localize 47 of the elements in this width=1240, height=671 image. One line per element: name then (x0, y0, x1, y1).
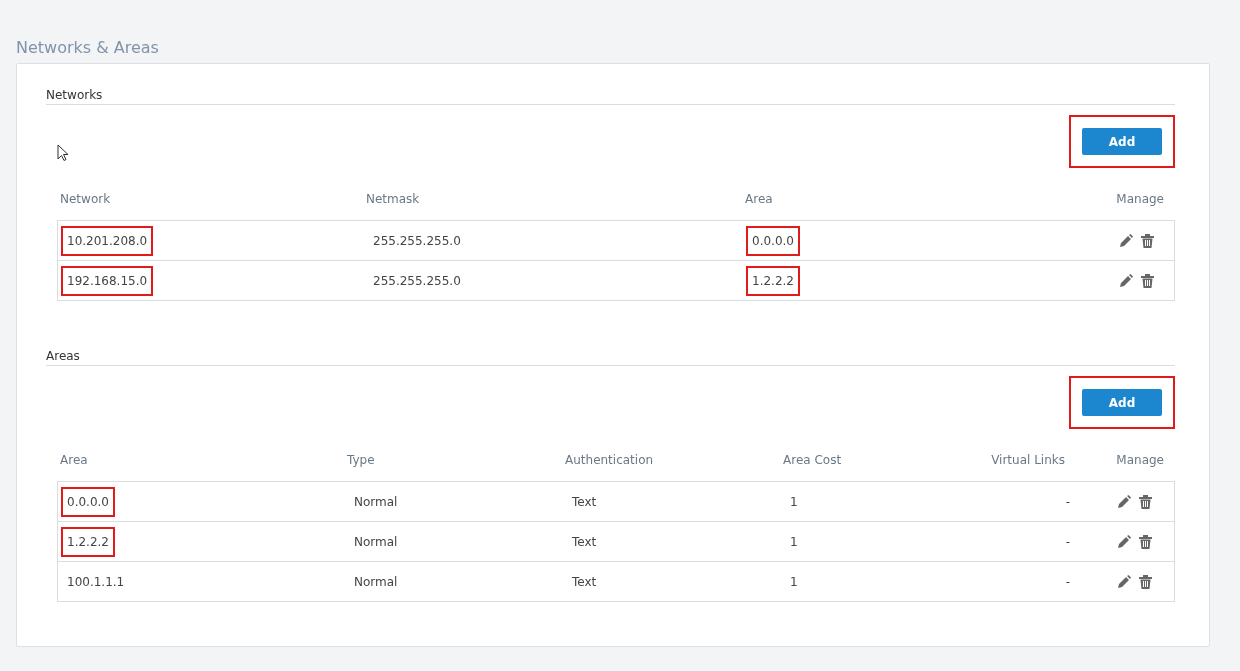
table-cell-text: - (1064, 493, 1071, 511)
table-cell-text: Normal (353, 573, 399, 591)
column-header: Area Cost (783, 453, 843, 467)
column-header: Area (745, 192, 774, 206)
column-header: Type (347, 453, 376, 467)
column-header: Network (60, 192, 112, 206)
edit-icon[interactable] (1118, 273, 1133, 288)
table-cell: 0.0.0.0 (61, 486, 115, 517)
column-header: Manage (1115, 192, 1164, 206)
delete-icon[interactable] (1138, 574, 1152, 589)
table-cell-text: 255.255.255.0 (372, 232, 462, 250)
delete-icon[interactable] (1140, 273, 1154, 288)
table-cell: 0.0.0.0 (746, 225, 800, 256)
delete-icon[interactable] (1140, 233, 1154, 248)
table-cell: 1.2.2.2 (61, 526, 115, 557)
column-header: Area (60, 453, 89, 467)
table-cell-text: Normal (353, 533, 399, 551)
table-cell-text: 1 (789, 533, 799, 551)
table-cell-text: 1 (789, 573, 799, 591)
delete-icon[interactable] (1138, 534, 1152, 549)
edit-icon[interactable] (1116, 494, 1131, 509)
column-header: Authentication (565, 453, 655, 467)
section-title: Networks (46, 88, 1175, 105)
table-cell-text: Text (571, 533, 598, 551)
delete-icon[interactable] (1138, 494, 1152, 509)
add-button[interactable]: Add (1082, 128, 1162, 155)
section-title: Areas (46, 349, 1175, 366)
table-cell-text: 255.255.255.0 (372, 272, 462, 290)
table-cell: 10.201.208.0 (61, 225, 154, 256)
table-cell-text: - (1064, 533, 1071, 551)
column-header: Netmask (366, 192, 421, 206)
edit-icon[interactable] (1116, 574, 1131, 589)
table-cell-text: Text (571, 493, 598, 511)
table-cell-text: Text (571, 573, 598, 591)
table-cell-text: 100.1.1.1 (66, 573, 126, 591)
table-cell-text: - (1064, 573, 1071, 591)
table-cell-text: Normal (353, 493, 399, 511)
page-title: Networks & Areas (16, 38, 160, 57)
column-header: Virtual Links (990, 453, 1066, 467)
edit-icon[interactable] (1116, 534, 1131, 549)
table-cell: 1.2.2.2 (746, 265, 800, 296)
table-cell: 192.168.15.0 (61, 265, 154, 296)
column-header: Manage (1115, 453, 1164, 467)
edit-icon[interactable] (1118, 233, 1133, 248)
add-button[interactable]: Add (1082, 389, 1162, 416)
cursor-icon (57, 144, 69, 162)
table-cell-text: 1 (789, 493, 799, 511)
